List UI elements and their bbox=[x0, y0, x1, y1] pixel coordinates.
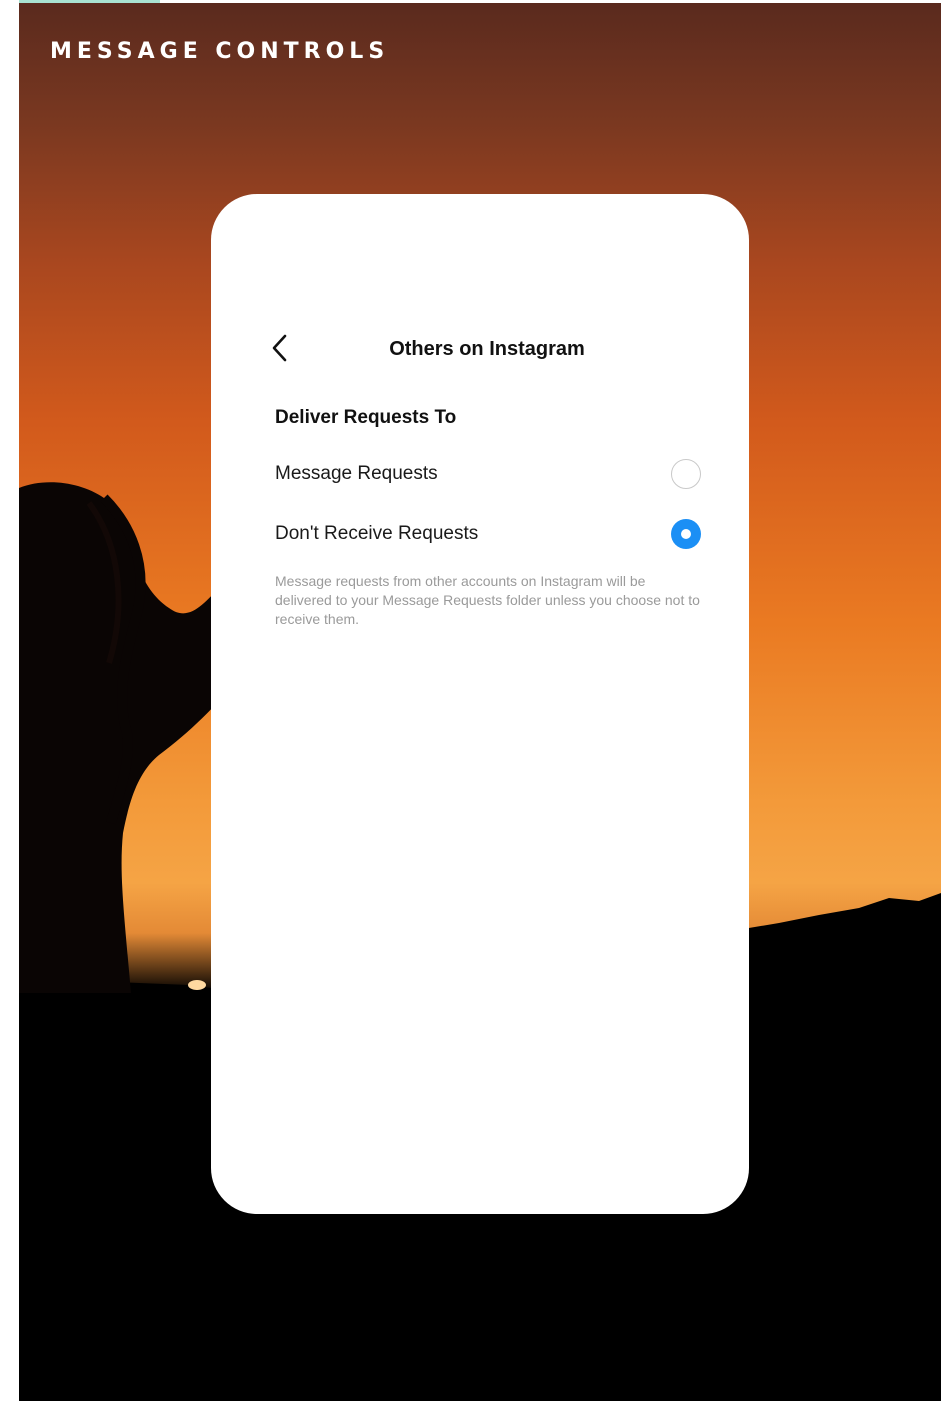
option-dont-receive-requests[interactable]: Don't Receive Requests bbox=[275, 515, 701, 555]
screen-title: Others on Instagram bbox=[389, 338, 585, 360]
option-message-requests[interactable]: Message Requests bbox=[275, 455, 701, 495]
nav-bar: Others on Instagram bbox=[211, 324, 749, 372]
option-label: Message Requests bbox=[275, 463, 438, 484]
option-label: Don't Receive Requests bbox=[275, 523, 479, 544]
help-text: Message requests from other accounts on … bbox=[275, 573, 700, 627]
radio-button-selected[interactable] bbox=[671, 519, 701, 549]
radio-button-unselected[interactable] bbox=[671, 459, 701, 489]
background-photo: MESSAGE CONTROLS Others on Instagram Del… bbox=[19, 3, 941, 1401]
section-heading: Deliver Requests To bbox=[275, 407, 457, 428]
phone-screen: Others on Instagram Deliver Requests To … bbox=[211, 194, 749, 1214]
page-headline: MESSAGE CONTROLS bbox=[50, 39, 390, 64]
